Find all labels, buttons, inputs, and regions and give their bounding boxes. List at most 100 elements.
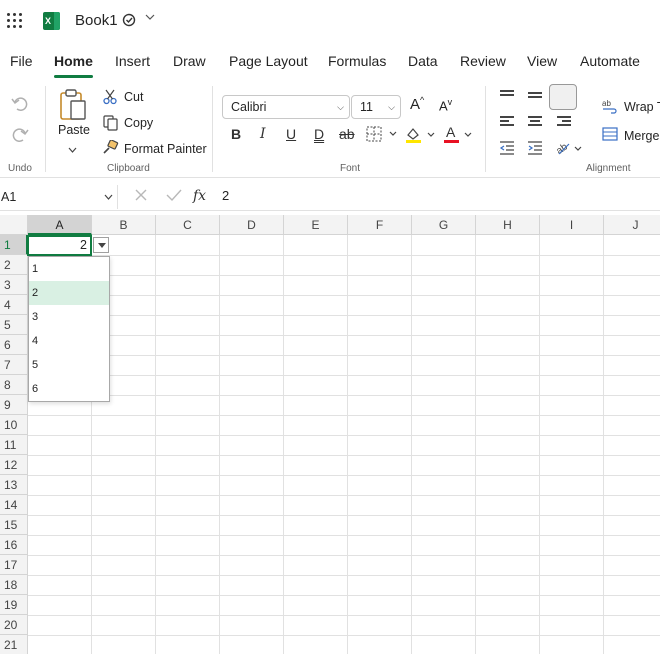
increase-indent-icon[interactable] (527, 141, 543, 159)
font-color-icon[interactable]: A (443, 124, 477, 148)
list-item[interactable]: 3 (29, 305, 109, 329)
row-header-6[interactable]: 6 (0, 335, 28, 355)
paste-chevron-icon[interactable] (68, 140, 77, 157)
row-gridline (28, 255, 660, 256)
chevron-down-icon[interactable] (145, 12, 155, 25)
list-item[interactable]: 4 (29, 329, 109, 353)
row-header-2[interactable]: 2 (0, 255, 28, 275)
cut-button[interactable]: Cut (124, 90, 143, 104)
font-name-select[interactable]: Calibri ⌵ (222, 95, 350, 119)
tab-review[interactable]: Review (460, 48, 506, 78)
tab-formulas[interactable]: Formulas (328, 48, 386, 78)
column-gridline (219, 235, 220, 654)
borders-icon[interactable] (366, 126, 400, 146)
align-right-icon[interactable] (557, 116, 571, 128)
row-header-20[interactable]: 20 (0, 615, 28, 635)
column-header-h[interactable]: H (476, 215, 540, 235)
row-header-8[interactable]: 8 (0, 375, 28, 395)
active-cell-a1[interactable]: 2 (27, 235, 92, 256)
align-middle-icon[interactable] (528, 92, 542, 104)
tab-automate[interactable]: Automate (580, 48, 640, 78)
list-item[interactable]: 1 (29, 257, 109, 281)
scissors-icon[interactable] (103, 89, 117, 109)
paste-icon[interactable] (58, 88, 88, 126)
font-size-select[interactable]: 11 ⌵ (351, 95, 401, 119)
row-header-7[interactable]: 7 (0, 355, 28, 375)
align-center-icon[interactable] (528, 116, 542, 128)
column-header-e[interactable]: E (284, 215, 348, 235)
tab-data[interactable]: Data (408, 48, 438, 78)
row-header-18[interactable]: 18 (0, 575, 28, 595)
bold-button[interactable]: B (231, 126, 241, 142)
column-header-f[interactable]: F (348, 215, 412, 235)
row-header-1[interactable]: 1 (0, 235, 28, 255)
underline-button[interactable]: U (286, 126, 296, 142)
column-header-g[interactable]: G (412, 215, 476, 235)
row-header-12[interactable]: 12 (0, 455, 28, 475)
column-header-c[interactable]: C (156, 215, 220, 235)
list-item[interactable]: 6 (29, 377, 109, 401)
tab-view[interactable]: View (527, 48, 557, 78)
tab-file[interactable]: File (10, 48, 33, 78)
paste-button[interactable]: Paste (58, 123, 90, 137)
align-left-icon[interactable] (500, 116, 514, 128)
strikethrough-button[interactable]: ab (339, 126, 355, 142)
decrease-font-size-button[interactable]: Av (439, 97, 452, 113)
copy-button[interactable]: Copy (124, 116, 153, 130)
merge-icon[interactable] (602, 127, 618, 145)
wrap-text-icon[interactable]: ab (602, 98, 620, 118)
row-header-5[interactable]: 5 (0, 315, 28, 335)
decrease-indent-icon[interactable] (499, 141, 515, 159)
validation-dropdown-button[interactable] (93, 237, 109, 253)
column-header-i[interactable]: I (540, 215, 604, 235)
insert-function-button[interactable]: fx (193, 188, 206, 204)
tab-home[interactable]: Home (54, 48, 93, 78)
list-item[interactable]: 5 (29, 353, 109, 377)
column-header-d[interactable]: D (220, 215, 284, 235)
format-painter-button[interactable]: Format Painter (124, 142, 207, 156)
align-top-icon[interactable] (500, 90, 514, 102)
tab-draw[interactable]: Draw (173, 48, 206, 78)
row-header-17[interactable]: 17 (0, 555, 28, 575)
row-header-16[interactable]: 16 (0, 535, 28, 555)
row-header-13[interactable]: 13 (0, 475, 28, 495)
tab-page-layout[interactable]: Page Layout (229, 48, 308, 78)
column-header-a[interactable]: A (28, 215, 92, 235)
wrap-text-button[interactable]: Wrap T (624, 100, 660, 114)
confirm-icon[interactable] (166, 189, 182, 206)
undo-icon[interactable] (11, 95, 29, 117)
row-header-19[interactable]: 19 (0, 595, 28, 615)
merge-button[interactable]: Merge (624, 129, 659, 143)
row-header-9[interactable]: 9 (0, 395, 28, 415)
app-launcher-icon[interactable] (7, 13, 23, 29)
select-all-corner[interactable] (0, 215, 28, 235)
copy-icon[interactable] (103, 115, 118, 135)
orientation-icon[interactable]: ab (554, 139, 585, 161)
name-box-value: A1 (1, 190, 17, 204)
row-header-21[interactable]: 21 (0, 635, 28, 654)
row-header-14[interactable]: 14 (0, 495, 28, 515)
row-header-3[interactable]: 3 (0, 275, 28, 295)
redo-icon[interactable] (11, 126, 29, 148)
spreadsheet-grid[interactable]: A B C D E F G H I J 1 2 3 4 5 6 7 8 9 10… (0, 215, 660, 654)
fill-color-icon[interactable] (404, 126, 438, 148)
list-item-selected[interactable]: 2 (29, 281, 109, 305)
row-header-11[interactable]: 11 (0, 435, 28, 455)
formula-input[interactable]: 2 (222, 188, 229, 203)
document-title[interactable]: Book1 (75, 12, 118, 29)
italic-button[interactable]: I (260, 126, 266, 142)
double-underline-button[interactable]: D (314, 126, 324, 142)
cloud-check-icon[interactable] (122, 12, 138, 31)
format-painter-icon[interactable] (102, 139, 119, 159)
column-header-j[interactable]: J (604, 215, 660, 235)
column-header-b[interactable]: B (92, 215, 156, 235)
row-header-15[interactable]: 15 (0, 515, 28, 535)
row-header-4[interactable]: 4 (0, 295, 28, 315)
row-gridline (28, 355, 660, 356)
increase-font-size-button[interactable]: A^ (410, 95, 424, 113)
name-box[interactable]: A1 (0, 185, 118, 209)
alignment-group-label: Alignment (586, 163, 631, 174)
row-header-10[interactable]: 10 (0, 415, 28, 435)
tab-insert[interactable]: Insert (115, 48, 150, 78)
cancel-icon[interactable] (134, 189, 152, 206)
